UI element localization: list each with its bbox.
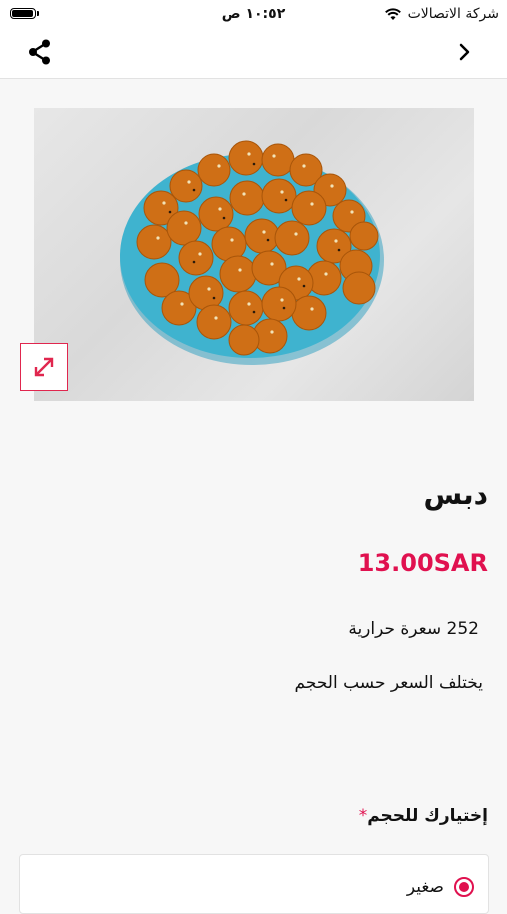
top-nav-bar	[0, 28, 507, 79]
size-section-label: إختيارك للحجم*	[355, 806, 488, 826]
food-plate-illustration	[120, 140, 384, 365]
expand-arrows-icon	[34, 357, 54, 377]
carrier-info: شركة الاتصالات	[384, 6, 499, 22]
product-title: دبس	[423, 478, 488, 511]
product-image	[34, 108, 474, 401]
chevron-right-icon[interactable]	[457, 41, 473, 63]
size-options-card: صغير	[19, 854, 489, 914]
wifi-icon	[384, 8, 401, 20]
expand-image-button[interactable]	[20, 343, 68, 391]
price-note: يختلف السعر حسب الحجم	[294, 673, 483, 693]
product-calories: 252 سعرة حرارية	[348, 619, 479, 639]
share-icon[interactable]	[26, 38, 54, 66]
carrier-name: شركة الاتصالات	[407, 6, 499, 22]
status-bar: ١٠:٥٢ ص شركة الاتصالات	[0, 0, 507, 28]
size-option-label: صغير	[406, 877, 444, 897]
size-option-small[interactable]: صغير	[407, 877, 474, 897]
size-label-text: إختيارك للحجم	[367, 806, 488, 826]
product-price: 13.00SAR	[357, 549, 488, 577]
required-mark: *	[358, 806, 368, 826]
radio-selected-icon[interactable]	[454, 877, 474, 897]
